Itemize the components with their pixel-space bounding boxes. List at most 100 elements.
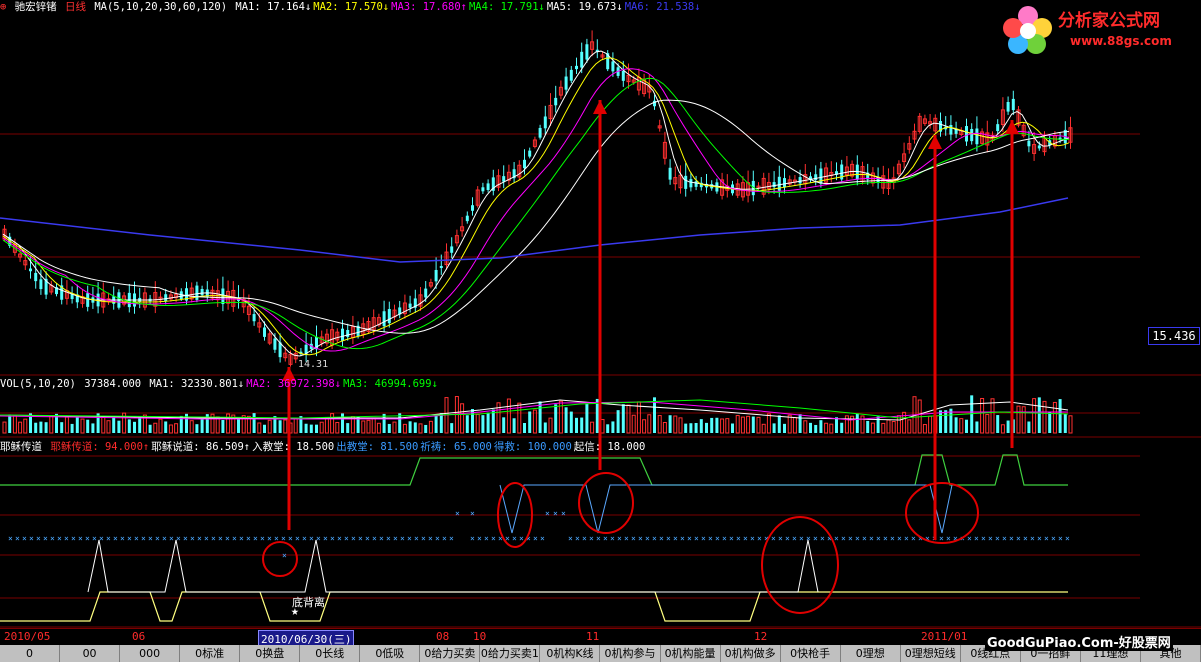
signal-cross: ×	[596, 534, 601, 543]
signal-cross: ×	[190, 534, 195, 543]
ma-line-5	[2, 99, 1070, 334]
signal-cross: ×	[799, 534, 804, 543]
volume-bar	[642, 419, 647, 434]
candle-body	[39, 279, 43, 290]
tab-15[interactable]: 0理想短线	[900, 645, 961, 662]
tab-6[interactable]: 0低吸	[360, 645, 421, 662]
tab-12[interactable]: 0机构做多	[720, 645, 781, 662]
signal-cross: ×	[545, 509, 550, 518]
volume-bar	[8, 414, 12, 433]
ma-value-5: MA5: 19.673↓	[546, 1, 623, 13]
volume-bar	[267, 419, 272, 434]
volume-bar	[829, 423, 834, 434]
tab-14[interactable]: 0理想	[840, 645, 901, 662]
tab-7[interactable]: 0给力买卖	[420, 645, 481, 662]
last-price-badge: 15.436	[1148, 327, 1200, 345]
indicator-value-4: 出教堂: 81.500	[336, 441, 419, 453]
signal-cross: ×	[694, 534, 699, 543]
signal-cross: ×	[92, 534, 97, 543]
volume-bar	[1021, 406, 1026, 434]
volume-bar	[75, 417, 79, 433]
tab-8[interactable]: 0给力买卖1	[480, 645, 541, 662]
ma-line-2	[2, 57, 1070, 356]
ma-value-6: MA6: 21.538↓	[624, 1, 701, 13]
signal-cross: ×	[1058, 534, 1063, 543]
signal-cross: ×	[553, 509, 558, 518]
volume-bar	[657, 415, 662, 434]
volume-bar	[543, 422, 547, 433]
volume-bar	[761, 423, 766, 434]
volume-bar	[876, 416, 880, 433]
volume-bar	[1006, 420, 1010, 433]
volume-bar	[101, 416, 106, 434]
tab-3[interactable]: 0标准	[180, 645, 241, 662]
volume-bar	[523, 422, 526, 433]
signal-cross: ×	[806, 534, 811, 543]
signal-cross: ×	[575, 534, 580, 543]
candle-body	[621, 70, 625, 81]
flower-icon	[1003, 6, 1052, 54]
signal-cross: ×	[512, 534, 517, 543]
signal-cross: ×	[414, 534, 419, 543]
candle-body	[569, 69, 573, 81]
tab-9[interactable]: 0机构K线	[540, 645, 601, 662]
tab-2[interactable]: 000	[120, 645, 181, 662]
volume-bar	[195, 424, 199, 433]
indicator-value-2: 耶稣说道: 86.509↑	[151, 441, 251, 453]
volume-bar	[263, 424, 266, 433]
signal-cross: ×	[162, 534, 167, 543]
volume-bar	[486, 412, 490, 433]
signal-cross: ×	[239, 534, 244, 543]
candle-body	[975, 128, 979, 145]
price-header: ⊕ 驰宏锌锗 日线 MA(5,10,20,30,60,120) MA1: 17.…	[0, 0, 705, 14]
signal-cross: ×	[400, 534, 405, 543]
tab-1[interactable]: 00	[60, 645, 121, 662]
volume-bar	[293, 418, 298, 434]
tab-10[interactable]: 0机构参与	[600, 645, 661, 662]
tab-0[interactable]: 0	[0, 645, 61, 662]
volume-bar	[756, 416, 761, 434]
signal-cross: ×	[673, 534, 678, 543]
volume-bar	[684, 423, 688, 433]
annotation-circle	[262, 541, 298, 577]
volume-bar	[928, 415, 933, 434]
date-label: 12	[754, 630, 768, 643]
tab-4[interactable]: 0换盘	[240, 645, 301, 662]
volume-bar	[506, 398, 511, 434]
signal-cross: ×	[57, 534, 62, 543]
tab-11[interactable]: 0机构能量	[660, 645, 721, 662]
stock-name: 驰宏锌锗	[14, 1, 57, 13]
volume-bar	[710, 417, 714, 433]
signal-cross: ×	[876, 534, 881, 543]
tab-13[interactable]: 0快枪手	[780, 645, 841, 662]
volume-bar	[512, 418, 516, 433]
moving-average-lines	[0, 50, 1070, 357]
candle-body	[450, 246, 454, 253]
signal-cross: ×	[869, 534, 874, 543]
volume-bar	[309, 424, 313, 433]
signal-cross: ×	[351, 534, 356, 543]
volume-bar	[174, 423, 179, 434]
candle-body	[970, 128, 974, 142]
volume-bar	[1037, 397, 1041, 433]
volume-header: VOL(5,10,20) 37384.000 MA1: 32330.801↓ MA…	[0, 377, 442, 391]
volume-bar	[975, 421, 979, 433]
candle-body	[996, 124, 1000, 132]
candle-body	[1006, 102, 1010, 112]
candle-body	[465, 215, 469, 222]
signal-cross: ×	[1037, 534, 1042, 543]
volume-bar	[668, 415, 672, 433]
volume-bar	[705, 422, 708, 433]
volume-bar	[1032, 398, 1037, 434]
candle-body	[689, 179, 693, 188]
tab-5[interactable]: 0长线	[300, 645, 361, 662]
volume-bar	[39, 421, 43, 433]
volume-bar	[424, 424, 428, 433]
signal-cross: ×	[813, 534, 818, 543]
ma-values: MA1: 17.164↓ MA2: 17.570↓ MA3: 17.680↑ MA4:…	[235, 1, 702, 13]
volume-bar	[127, 419, 131, 433]
signal-cross: ×	[561, 509, 566, 518]
volume-bar	[106, 420, 111, 434]
signal-cross: ×	[631, 534, 636, 543]
volume-bar	[575, 417, 578, 433]
